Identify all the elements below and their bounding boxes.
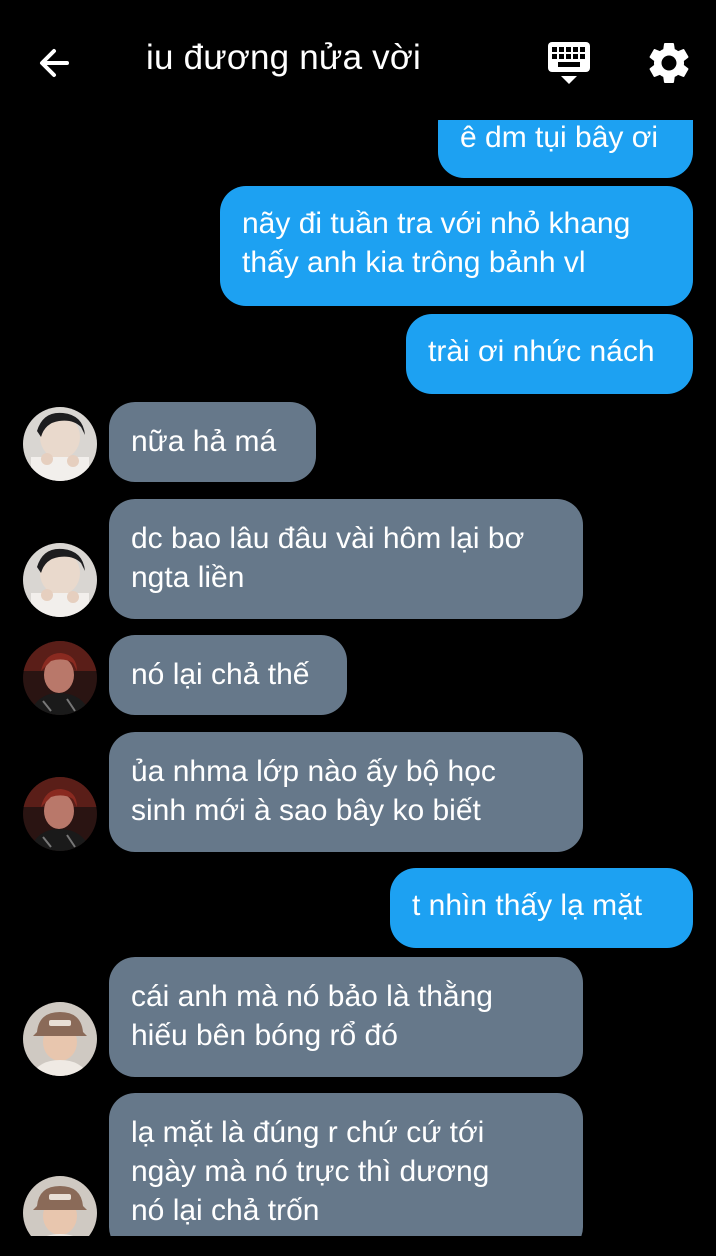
message-line: nữa hả má (131, 425, 277, 458)
back-button[interactable] (30, 38, 80, 88)
incoming-message[interactable]: lạ mặt là đúng r chứ cứ tới ngày mà nó t… (109, 1093, 583, 1236)
message-list[interactable]: ê dm tụi bây ơi nãy đi tuần tra với nhỏ … (0, 0, 716, 1236)
arrow-left-icon (40, 49, 69, 77)
message-line: ủa nhma lớp nào ấy bộ học (131, 755, 496, 788)
avatar-2-image (23, 641, 97, 715)
message-line: t nhìn thấy lạ mặt (412, 889, 643, 922)
avatar[interactable] (23, 407, 97, 481)
gear-icon (649, 42, 689, 83)
avatar[interactable] (23, 543, 97, 617)
outgoing-message[interactable]: t nhìn thấy lạ mặt (390, 868, 693, 948)
avatar-3-image (23, 1002, 97, 1076)
message-line: lạ mặt là đúng r chứ cứ tới (131, 1116, 485, 1149)
message-line: nó lại chả thế (131, 658, 310, 691)
incoming-message[interactable]: dc bao lâu đâu vài hôm lại bơ ngta liền (109, 499, 583, 619)
avatar-1-image (23, 543, 97, 617)
message-line: ê dm tụi bây ơi (460, 121, 659, 154)
outgoing-message[interactable]: trài ơi nhức nách (406, 314, 693, 394)
avatar[interactable] (23, 1002, 97, 1076)
outgoing-message[interactable]: nãy đi tuần tra với nhỏ khang thấy anh k… (220, 186, 693, 306)
chat-title: iu đương nửa vời (146, 38, 421, 77)
incoming-message[interactable]: cái anh mà nó bảo là thằng hiếu bên bóng… (109, 957, 583, 1077)
message-line: trài ơi nhức nách (428, 335, 655, 368)
incoming-message[interactable]: nó lại chả thế (109, 635, 347, 715)
avatar-3-image (23, 1176, 97, 1236)
message-line: cái anh mà nó bảo là thằng (131, 980, 493, 1013)
message-line: ngày mà nó trực thì dương (131, 1155, 490, 1188)
avatar[interactable] (23, 1176, 97, 1236)
message-line: nó lại chả trốn (131, 1194, 320, 1227)
keyboard-icon (548, 42, 590, 84)
message-line: ngta liền (131, 561, 245, 594)
keyboard-button[interactable] (544, 40, 594, 86)
message-line: dc bao lâu đâu vài hôm lại bơ (131, 522, 525, 555)
message-line: sinh mới à sao bây ko biết (131, 794, 481, 827)
avatar-2-image (23, 777, 97, 851)
avatar[interactable] (23, 777, 97, 851)
incoming-message[interactable]: nữa hả má (109, 402, 316, 482)
message-line: thấy anh kia trông bảnh vl (242, 246, 586, 279)
chat-header: iu đương nửa vời (0, 0, 716, 120)
avatar[interactable] (23, 641, 97, 715)
message-line: hiếu bên bóng rổ đó (131, 1019, 398, 1052)
settings-button[interactable] (644, 38, 694, 88)
incoming-message[interactable]: ủa nhma lớp nào ấy bộ học sinh mới à sao… (109, 732, 583, 852)
avatar-1-image (23, 407, 97, 481)
message-line: nãy đi tuần tra với nhỏ khang (242, 207, 631, 240)
